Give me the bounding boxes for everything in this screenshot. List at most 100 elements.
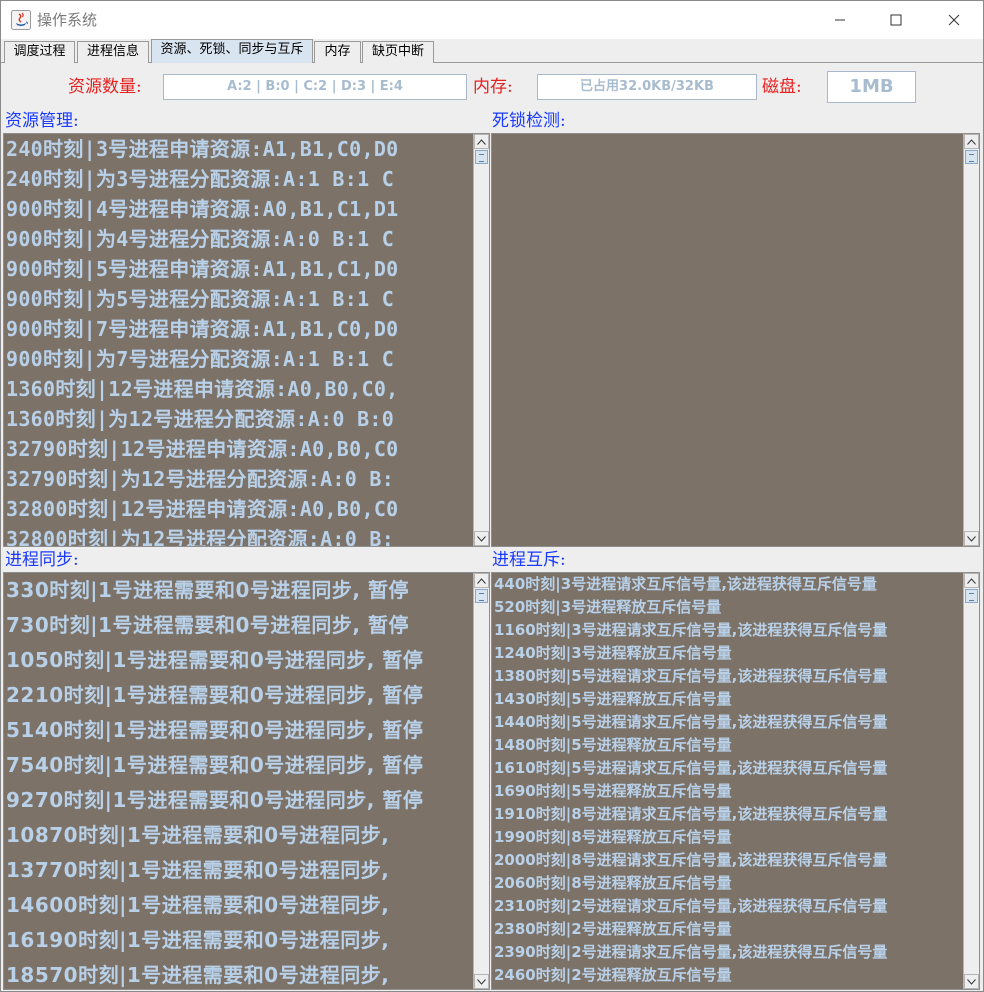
tab-resource-deadlock[interactable]: 资源、死锁、同步与互斥 [151, 39, 313, 64]
sync-log[interactable]: 330时刻|1号进程需要和0号进程同步, 暂停 730时刻|1号进程需要和0号进程… [3, 572, 490, 990]
log-line: 1050时刻|1号进程需要和0号进程同步, 暂停 [6, 648, 424, 672]
log-line: 2390时刻|2号进程请求互斥信号量,该进程获得互斥信号量 [494, 943, 888, 961]
log-line: 10870时刻|1号进程需要和0号进程同步, [6, 823, 390, 847]
log-line: 1380时刻|5号进程请求互斥信号量,该进程获得互斥信号量 [494, 667, 888, 685]
log-line: 1690时刻|5号进程释放互斥信号量 [494, 782, 732, 800]
log-line: 1360时刻|为12号进程分配资源:A:0 B:0 [6, 407, 395, 431]
log-line: 1360时刻|12号进程申请资源:A0,B0,C0, [6, 377, 399, 401]
scroll-thumb[interactable] [965, 589, 978, 603]
log-line: 32790时刻|12号进程申请资源:A0,B0,C0 [6, 437, 399, 461]
log-line: 1430时刻|5号进程释放互斥信号量 [494, 690, 732, 708]
log-line: 440时刻|3号进程请求互斥信号量,该进程获得互斥信号量 [494, 575, 877, 593]
sync-lines: 330时刻|1号进程需要和0号进程同步, 暂停 730时刻|1号进程需要和0号进程… [6, 573, 471, 989]
resource-count-label: 资源数量: [68, 77, 142, 97]
arrow-down-icon [967, 535, 976, 542]
log-line: 240时刻|为3号进程分配资源:A:1 B:1 C [6, 167, 395, 191]
log-line: 18570时刻|1号进程需要和0号进程同步, [6, 963, 390, 987]
log-line: 5140时刻|1号进程需要和0号进程同步, 暂停 [6, 718, 424, 742]
scroll-up-button[interactable] [474, 134, 489, 149]
log-line: 900时刻|为4号进程分配资源:A:0 B:1 C [6, 227, 395, 251]
log-line: 13770时刻|1号进程需要和0号进程同步, [6, 858, 390, 882]
log-line: 900时刻|为7号进程分配资源:A:1 B:1 C [6, 347, 395, 371]
java-app-icon [11, 10, 31, 30]
log-line: 900时刻|7号进程申请资源:A1,B1,C0,D0 [6, 317, 399, 341]
log-line: 2210时刻|1号进程需要和0号进程同步, 暂停 [6, 683, 424, 707]
arrow-down-icon [477, 535, 486, 542]
log-line: 2060时刻|8号进程释放互斥信号量 [494, 874, 732, 892]
arrow-down-icon [967, 978, 976, 985]
tab-page-fault[interactable]: 缺页中断 [362, 41, 434, 63]
scroll-up-button[interactable] [964, 573, 979, 588]
sync-scrollbar[interactable] [473, 573, 489, 989]
deadlock-scrollbar[interactable] [963, 134, 979, 546]
log-line: 1160时刻|3号进程请求互斥信号量,该进程获得互斥信号量 [494, 621, 888, 639]
close-button[interactable] [925, 1, 983, 39]
log-line: 1240时刻|3号进程释放互斥信号量 [494, 644, 732, 662]
arrow-up-icon [477, 577, 486, 584]
log-line: 32800时刻|12号进程申请资源:A0,B0,C0 [6, 497, 399, 521]
disk-label: 磁盘: [762, 77, 802, 97]
minimize-icon [835, 19, 845, 21]
log-line: 9270时刻|1号进程需要和0号进程同步, 暂停 [6, 788, 424, 812]
maximize-icon [890, 14, 902, 26]
tab-scheduling[interactable]: 调度过程 [4, 41, 75, 63]
arrow-down-icon [477, 978, 486, 985]
scroll-down-button[interactable] [474, 531, 489, 546]
arrow-up-icon [967, 138, 976, 145]
scroll-up-button[interactable] [474, 573, 489, 588]
scroll-thumb[interactable] [965, 150, 978, 164]
log-line: 900时刻|为5号进程分配资源:A:1 B:1 C [6, 287, 395, 311]
resource-mgmt-label: 资源管理: [5, 111, 79, 131]
tab-content-panel: 资源数量: A:2 | B:0 | C:2 | D:3 | E:4 内存: 已占… [3, 63, 981, 991]
log-line: 730时刻|1号进程需要和0号进程同步, 暂停 [6, 613, 409, 637]
log-line: 2380时刻|2号进程释放互斥信号量 [494, 920, 732, 938]
memory-field[interactable]: 已占用32.0KB/32KB [537, 74, 757, 100]
log-line: 900时刻|5号进程申请资源:A1,B1,C1,D0 [6, 257, 399, 281]
resource-mgmt-log[interactable]: 240时刻|3号进程申请资源:A1,B1,C0,D0 240时刻|为3号进程分配资… [3, 133, 490, 547]
log-line: 16190时刻|1号进程需要和0号进程同步, [6, 928, 390, 952]
deadlock-label: 死锁检测: [492, 111, 566, 131]
resource-mgmt-lines: 240时刻|3号进程申请资源:A1,B1,C0,D0 240时刻|为3号进程分配资… [6, 134, 471, 547]
sync-label: 进程同步: [5, 550, 79, 570]
app-window: 操作系统 调度过程 进程信息 资源、死锁、同步与互斥 内存 缺页中断 资源数量:… [0, 0, 984, 992]
resource-mgmt-scrollbar[interactable] [473, 134, 489, 546]
log-line: 240时刻|3号进程申请资源:A1,B1,C0,D0 [6, 137, 399, 161]
scroll-down-button[interactable] [964, 531, 979, 546]
log-line: 32800时刻|为12号进程分配资源:A:0 B: [6, 527, 395, 547]
minimize-button[interactable] [811, 1, 869, 39]
arrow-up-icon [967, 577, 976, 584]
disk-field[interactable]: 1MB [827, 71, 916, 103]
scroll-down-button[interactable] [964, 974, 979, 989]
tab-bar: 调度过程 进程信息 资源、死锁、同步与互斥 内存 缺页中断 [1, 39, 983, 64]
log-line: 1480时刻|5号进程释放互斥信号量 [494, 736, 732, 754]
resource-count-field[interactable]: A:2 | B:0 | C:2 | D:3 | E:4 [163, 74, 467, 100]
log-line: 2000时刻|8号进程请求互斥信号量,该进程获得互斥信号量 [494, 851, 888, 869]
log-line: 14600时刻|1号进程需要和0号进程同步, [6, 893, 390, 917]
scroll-down-button[interactable] [474, 974, 489, 989]
log-line: 2310时刻|2号进程请求互斥信号量,该进程获得互斥信号量 [494, 897, 888, 915]
scroll-up-button[interactable] [964, 134, 979, 149]
scroll-thumb[interactable] [475, 150, 488, 164]
log-line: 1990时刻|8号进程释放互斥信号量 [494, 828, 732, 846]
log-line: 1440时刻|5号进程请求互斥信号量,该进程获得互斥信号量 [494, 713, 888, 731]
window-title: 操作系统 [37, 11, 98, 29]
tab-memory[interactable]: 内存 [314, 41, 361, 63]
log-line: 1910时刻|8号进程请求互斥信号量,该进程获得互斥信号量 [494, 805, 888, 823]
mutex-log[interactable]: 440时刻|3号进程请求互斥信号量,该进程获得互斥信号量 520时刻|3号进程释放… [491, 572, 980, 990]
log-line: 900时刻|4号进程申请资源:A0,B1,C1,D1 [6, 197, 399, 221]
scroll-thumb[interactable] [475, 589, 488, 603]
maximize-button[interactable] [867, 1, 925, 39]
log-line: 2460时刻|2号进程释放互斥信号量 [494, 966, 732, 984]
close-icon [948, 14, 960, 26]
deadlock-log[interactable] [491, 133, 980, 547]
mutex-lines: 440时刻|3号进程请求互斥信号量,该进程获得互斥信号量 520时刻|3号进程释放… [494, 573, 961, 987]
log-line: 1610时刻|5号进程请求互斥信号量,该进程获得互斥信号量 [494, 759, 888, 777]
log-line: 520时刻|3号进程释放互斥信号量 [494, 598, 722, 616]
arrow-up-icon [477, 138, 486, 145]
mutex-label: 进程互斥: [492, 550, 566, 570]
log-line: 7540时刻|1号进程需要和0号进程同步, 暂停 [6, 753, 424, 777]
tab-process-info[interactable]: 进程信息 [77, 41, 149, 63]
mutex-scrollbar[interactable] [963, 573, 979, 989]
log-line: 32790时刻|为12号进程分配资源:A:0 B: [6, 467, 395, 491]
title-bar[interactable]: 操作系统 [1, 1, 983, 39]
